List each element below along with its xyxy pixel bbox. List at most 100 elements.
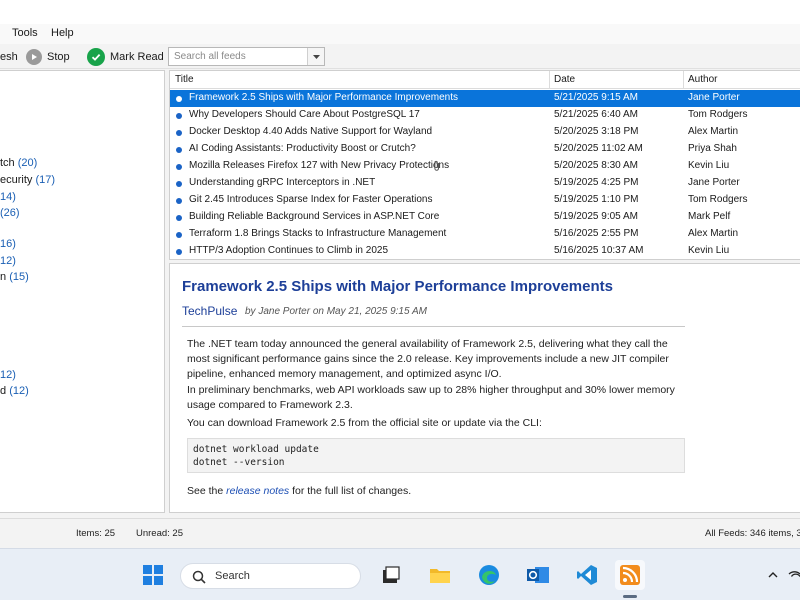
unread-dot-icon (176, 113, 182, 119)
unread-dot-icon (176, 130, 182, 136)
code-block: dotnet workload update dotnet --version (187, 438, 685, 473)
row-title: HTTP/3 Adoption Continues to Climb in 20… (189, 245, 388, 256)
row-title: Understanding gRPC Interceptors in .NET (189, 177, 376, 188)
title-bar (0, 0, 800, 24)
row-author: Kevin Liu (688, 160, 730, 171)
status-items: Items: 25 (76, 528, 116, 539)
feed-item[interactable]: 12) (0, 255, 16, 267)
stop-label: Stop (47, 50, 70, 63)
article-title: Framework 2.5 Ships with Major Performan… (182, 278, 613, 295)
row-title: Docker Desktop 4.40 Adds Native Support … (189, 126, 433, 137)
article-row[interactable]: Framework 2.5 Ships with Major Performan… (170, 90, 800, 107)
paperclip-icon (433, 160, 441, 175)
row-date: 5/16/2025 2:55 PM (554, 228, 639, 239)
divider (182, 326, 685, 327)
feed-item[interactable]: n (15) (0, 271, 29, 283)
windows-icon (143, 565, 163, 585)
article-footer: See the release notes for the full list … (187, 485, 412, 497)
search-input[interactable]: Search all feeds (168, 47, 325, 66)
feed-item[interactable]: 14) (0, 191, 16, 203)
active-app-indicator (623, 595, 637, 598)
list-header: Title Date Author (170, 71, 800, 89)
refresh-label: esh (0, 50, 18, 63)
article-row[interactable]: Mozilla Releases Firefox 127 with New Pr… (170, 158, 800, 175)
taskbar: Search (0, 548, 800, 600)
unread-dot-icon (176, 181, 182, 187)
feed-item[interactable]: 16) (0, 238, 16, 250)
column-divider[interactable] (683, 71, 684, 89)
row-title: Framework 2.5 Ships with Major Performan… (189, 92, 458, 103)
unread-dot-icon (176, 198, 182, 204)
article-paragraph: You can download Framework 2.5 from the … (187, 417, 542, 429)
tray-chevron-up-icon[interactable] (762, 560, 784, 590)
status-all-feeds: All Feeds: 346 items, 346 (705, 528, 800, 539)
start-button[interactable] (138, 560, 168, 590)
article-row[interactable]: AI Coding Assistants: Productivity Boost… (170, 141, 800, 158)
column-author[interactable]: Author (688, 74, 717, 85)
taskbar-search[interactable]: Search (180, 563, 361, 589)
app-window: Tools Help esh Stop Mark Read Search all… (0, 0, 800, 548)
rss-reader-icon[interactable] (615, 560, 645, 590)
row-title: Terraform 1.8 Brings Stacks to Infrastru… (189, 228, 447, 239)
row-date: 5/20/2025 3:18 PM (554, 126, 639, 137)
unread-dot-icon (176, 249, 182, 255)
row-date: 5/19/2025 1:10 PM (554, 194, 639, 205)
article-byline: by Jane Porter on May 21, 2025 9:15 AM (245, 306, 427, 317)
search-icon (192, 570, 206, 584)
file-explorer-icon[interactable] (425, 560, 455, 590)
vscode-icon[interactable] (572, 560, 602, 590)
unread-dot-icon (176, 96, 182, 102)
row-title: Mozilla Releases Firefox 127 with New Pr… (189, 160, 450, 171)
row-author: Priya Shah (688, 143, 737, 154)
unread-dot-icon (176, 215, 182, 221)
unread-dot-icon (176, 232, 182, 238)
row-title: Git 2.45 Introduces Sparse Index for Fas… (189, 194, 433, 205)
row-date: 5/21/2025 6:40 AM (554, 109, 638, 120)
unread-dot-icon (176, 164, 182, 170)
search-dropdown-button[interactable] (307, 48, 324, 65)
article-row[interactable]: Understanding gRPC Interceptors in .NET 5… (170, 175, 800, 192)
feed-item[interactable]: (26) (0, 207, 20, 219)
task-view-icon[interactable] (376, 560, 406, 590)
outlook-icon[interactable] (523, 560, 553, 590)
row-author: Kevin Liu (688, 245, 730, 256)
article-row[interactable]: Docker Desktop 4.40 Adds Native Support … (170, 124, 800, 141)
feed-item[interactable]: tch (20) (0, 157, 37, 169)
feed-item[interactable]: ecurity (17) (0, 174, 55, 186)
feed-item[interactable]: 12) (0, 369, 16, 381)
row-date: 5/16/2025 10:37 AM (554, 245, 644, 256)
column-date[interactable]: Date (554, 74, 575, 85)
unread-dot-icon (176, 147, 182, 153)
row-author: Alex Martin (688, 228, 739, 239)
toolbar: esh Stop Mark Read Search all feeds (0, 44, 800, 69)
article-row[interactable]: Git 2.45 Introduces Sparse Index for Fas… (170, 192, 800, 209)
feed-item[interactable]: d (12) (0, 385, 29, 397)
row-author: Jane Porter (688, 177, 740, 188)
menu-bar: Tools Help (0, 24, 800, 44)
edge-icon[interactable] (474, 560, 504, 590)
status-bar: Items: 25 Unread: 25 All Feeds: 346 item… (0, 518, 800, 548)
chevron-down-icon (312, 54, 320, 59)
wifi-icon[interactable] (788, 560, 800, 590)
article-paragraph: The .NET team today announced the genera… (187, 338, 669, 380)
refresh-button[interactable]: esh (0, 46, 18, 67)
menu-help[interactable]: Help (51, 27, 74, 39)
stop-button[interactable]: Stop (26, 46, 70, 67)
column-title[interactable]: Title (175, 74, 194, 85)
article-paragraph: In preliminary benchmarks, web API workl… (187, 384, 675, 411)
release-notes-link[interactable]: release notes (226, 485, 289, 497)
menu-tools[interactable]: Tools (12, 27, 38, 39)
row-author: Jane Porter (688, 92, 740, 103)
column-divider[interactable] (549, 71, 550, 89)
article-source[interactable]: TechPulse (182, 304, 237, 318)
mark-read-button[interactable]: Mark Read (87, 46, 164, 67)
article-row[interactable]: Why Developers Should Care About Postgre… (170, 107, 800, 124)
row-author: Tom Rodgers (688, 194, 748, 205)
row-date: 5/19/2025 9:05 AM (554, 211, 638, 222)
article-row[interactable]: Terraform 1.8 Brings Stacks to Infrastru… (170, 226, 800, 243)
taskbar-search-label: Search (215, 570, 250, 582)
row-date: 5/19/2025 4:25 PM (554, 177, 639, 188)
article-row[interactable]: HTTP/3 Adoption Continues to Climb in 20… (170, 243, 800, 259)
row-author: Alex Martin (688, 126, 739, 137)
article-row[interactable]: Building Reliable Background Services in… (170, 209, 800, 226)
